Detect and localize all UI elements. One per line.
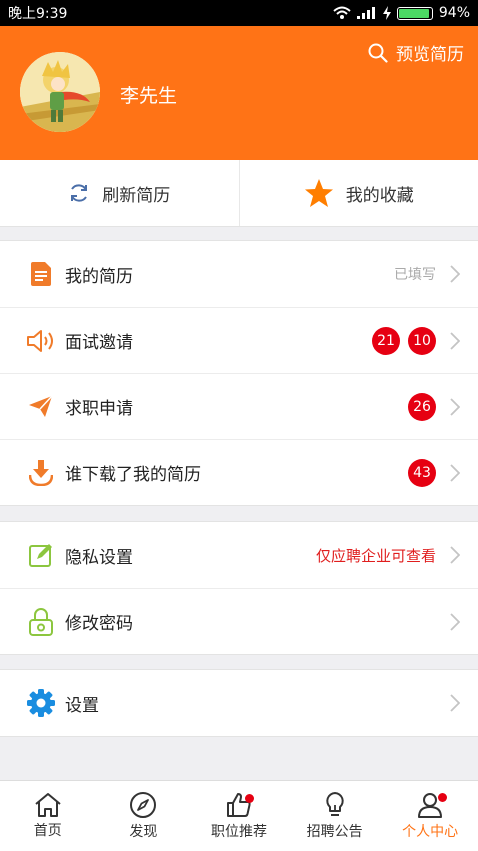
menu-label-interview: 面试邀请 [65,328,133,353]
menu-item-interview[interactable]: 面试邀请 21 10 [0,307,478,373]
preview-resume-label: 预览简历 [396,40,464,65]
home-icon [34,792,62,818]
chevron-right-icon [444,611,466,633]
gear-icon [25,687,57,719]
tab-announcements[interactable]: 招聘公告 [287,781,383,851]
lock-icon [25,606,57,638]
wifi-icon [333,6,351,20]
menu-item-settings[interactable]: 设置 [0,670,478,736]
refresh-resume-button[interactable]: 刷新简历 [0,160,239,226]
tab-discover-label: 发现 [129,821,157,841]
menu-group-resume: 我的简历 已填写 面试邀请 21 10 求职申请 [0,240,478,506]
tab-home[interactable]: 首页 [0,781,96,851]
chevron-right-icon [444,462,466,484]
status-time: 晚上9:39 [8,3,67,23]
menu-label-password: 修改密码 [65,609,133,634]
downloads-badge: 43 [408,459,436,487]
chevron-right-icon [444,692,466,714]
menu-item-password[interactable]: 修改密码 [0,588,478,654]
tab-profile-label: 个人中心 [402,821,458,841]
refresh-resume-label: 刷新简历 [102,181,170,206]
resume-status: 已填写 [394,264,436,284]
profile-notification-dot [438,793,447,802]
applications-badge: 26 [408,393,436,421]
edit-icon [25,539,57,571]
quick-actions: 刷新简历 我的收藏 [0,160,478,227]
lightbulb-icon [323,791,347,819]
paper-plane-icon [25,391,57,423]
refresh-icon [68,182,90,204]
download-icon [25,457,57,489]
bottom-tab-bar: 首页 发现 职位推荐 招聘公告 个人中心 [0,780,478,851]
chevron-right-icon [444,544,466,566]
menu-label-downloads: 谁下载了我的简历 [65,460,201,485]
status-bar: 晚上9:39 94% [0,0,478,26]
status-indicators: 94% [333,5,470,21]
compass-icon [129,791,157,819]
menu-label-settings: 设置 [65,691,99,716]
search-icon [368,43,388,63]
star-icon [304,178,334,208]
tab-announcements-label: 招聘公告 [307,821,363,841]
speaker-icon [25,325,57,357]
document-icon [25,258,57,290]
menu-label-my-resume: 我的简历 [65,262,133,287]
battery-icon [397,7,433,20]
menu-item-privacy[interactable]: 隐私设置 仅应聘企业可查看 [0,522,478,588]
tab-profile[interactable]: 个人中心 [382,781,478,851]
menu-label-privacy: 隐私设置 [65,543,133,568]
username: 李先生 [120,81,177,108]
favorites-button[interactable]: 我的收藏 [239,160,478,226]
tab-discover[interactable]: 发现 [96,781,192,851]
menu-item-my-resume[interactable]: 我的简历 已填写 [0,241,478,307]
chevron-right-icon [444,396,466,418]
favorites-label: 我的收藏 [346,181,414,206]
menu-group-settings: 设置 [0,669,478,737]
chevron-right-icon [444,263,466,285]
charging-icon [383,6,391,20]
jobs-notification-dot [245,794,254,803]
avatar[interactable] [20,52,100,132]
interview-badge-count: 10 [408,327,436,355]
signal-icon [357,7,377,19]
interview-badge-new: 21 [372,327,400,355]
profile-header: 预览简历 李先生 [0,26,478,160]
menu-item-downloads[interactable]: 谁下载了我的简历 43 [0,439,478,505]
menu-item-applications[interactable]: 求职申请 26 [0,373,478,439]
privacy-value: 仅应聘企业可查看 [316,545,436,566]
menu-label-applications: 求职申请 [65,394,133,419]
battery-percent: 94% [439,5,470,21]
chevron-right-icon [444,330,466,352]
tab-jobs[interactable]: 职位推荐 [191,781,287,851]
preview-resume-button[interactable]: 预览简历 [368,40,464,65]
tab-jobs-label: 职位推荐 [211,821,267,841]
menu-group-account: 隐私设置 仅应聘企业可查看 修改密码 [0,521,478,655]
tab-home-label: 首页 [34,820,62,840]
